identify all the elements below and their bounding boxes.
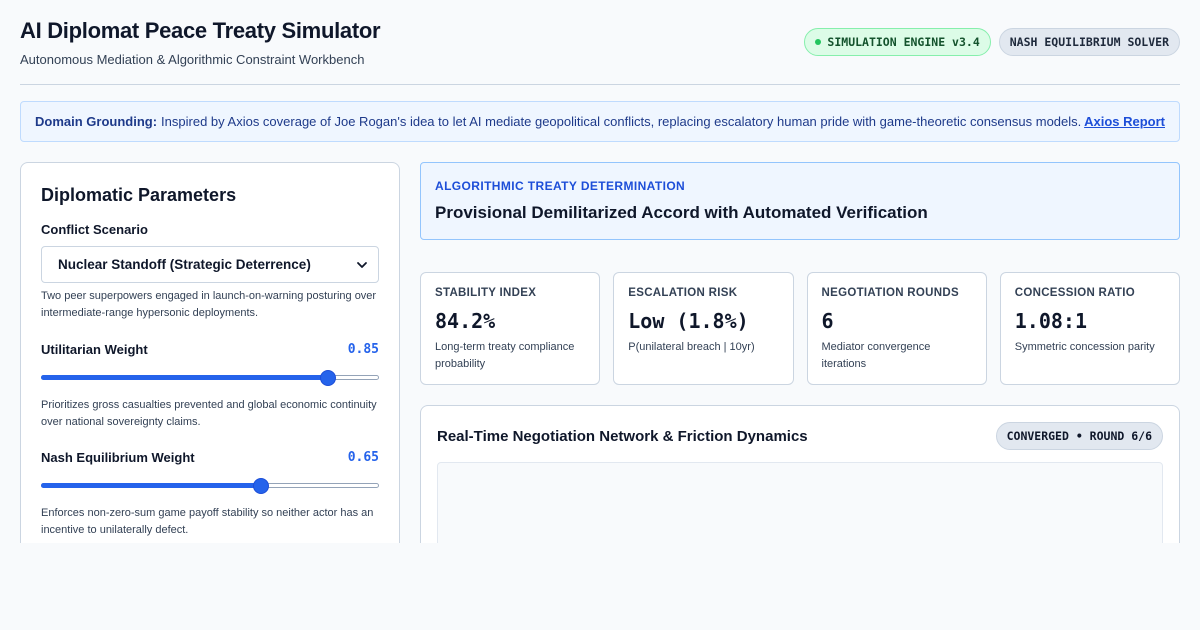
metric-card-rounds: NEGOTIATION ROUNDS 6 Mediator convergenc… [806, 272, 987, 385]
engine-status-badge: SIMULATION ENGINE v3.4 [804, 28, 991, 56]
slider-thumb[interactable] [252, 478, 269, 494]
solver-badge-label: NASH EQUILIBRIUM SOLVER [1009, 35, 1169, 49]
chevron-down-icon [357, 261, 367, 268]
status-dot-icon [815, 39, 822, 45]
metric-card-stability: STABILITY INDEX 84.2% Long-term treaty c… [420, 272, 601, 385]
utilitarian-weight-help: Prioritizes gross casualties prevented a… [41, 399, 377, 428]
metric-desc: Mediator convergence iterations [821, 341, 931, 370]
axios-report-link[interactable]: Axios Report [1084, 114, 1165, 129]
metric-value: 1.08:1 [1014, 309, 1087, 333]
domain-grounding-banner: Domain Grounding: Inspired by Axios cove… [20, 101, 1180, 142]
utilitarian-weight-label: Utilitarian Weight [41, 342, 148, 357]
parameters-title: Diplomatic Parameters [41, 185, 237, 205]
solver-badge: NASH EQUILIBRIUM SOLVER [998, 28, 1180, 56]
metric-desc: Long-term treaty compliance probability [435, 341, 575, 370]
metric-desc: P(unilateral breach | 10yr) [628, 341, 755, 353]
scenario-selected-value: Nuclear Standoff (Strategic Deterrence) [58, 257, 311, 272]
header-badges: SIMULATION ENGINE v3.4 NASH EQUILIBRIUM … [804, 28, 1180, 56]
network-title: Real-Time Negotiation Network & Friction… [437, 427, 808, 445]
nash-weight-help: Enforces non-zero-sum game payoff stabil… [41, 507, 374, 536]
diplomatic-parameters-panel: Diplomatic Parameters Conflict Scenario … [20, 162, 400, 562]
utilitarian-weight-slider[interactable] [41, 368, 379, 388]
nash-weight-label: Nash Equilibrium Weight [41, 450, 195, 465]
grounding-label: Domain Grounding: [35, 114, 158, 129]
metric-label: NEGOTIATION ROUNDS [821, 287, 959, 299]
slider-fill [41, 375, 329, 380]
slider-thumb[interactable] [320, 370, 337, 386]
metric-desc: Symmetric concession parity [1014, 341, 1155, 353]
metric-value: 6 [821, 309, 834, 333]
viewport-crop [0, 543, 1200, 630]
conflict-scenario-select[interactable]: Nuclear Standoff (Strategic Deterrence) [41, 246, 379, 283]
network-header: Real-Time Negotiation Network & Friction… [437, 422, 1163, 450]
metric-value: Low (1.8%) [628, 309, 749, 333]
metrics-row: STABILITY INDEX 84.2% Long-term treaty c… [420, 272, 1180, 385]
utilitarian-weight-row: Utilitarian Weight 0.85 [41, 342, 379, 357]
scenario-help: Two peer superpowers engaged in launch-o… [41, 290, 377, 319]
metric-card-escalation: ESCALATION RISK Low (1.8%) P(unilateral … [613, 272, 794, 385]
header-divider [20, 84, 1180, 85]
nash-weight-row: Nash Equilibrium Weight 0.65 [41, 450, 379, 465]
metric-label: CONCESSION RATIO [1014, 287, 1135, 299]
metric-label: STABILITY INDEX [435, 287, 537, 299]
nash-weight-slider[interactable] [41, 476, 379, 496]
grounding-text: Inspired by Axios coverage of Joe Rogan'… [161, 114, 1082, 129]
app-header: AI Diplomat Peace Treaty Simulator Auton… [20, 18, 1180, 84]
scenario-label: Conflict Scenario [41, 222, 148, 237]
determination-label: ALGORITHMIC TREATY DETERMINATION [435, 179, 686, 193]
slider-fill [41, 483, 261, 488]
determination-value: Provisional Demilitarized Accord with Au… [435, 203, 928, 222]
metric-card-concession: CONCESSION RATIO 1.08:1 Symmetric conces… [999, 272, 1180, 385]
convergence-badge: CONVERGED • ROUND 6/6 [995, 422, 1163, 450]
nash-weight-value: 0.65 [347, 450, 379, 465]
treaty-determination-box: ALGORITHMIC TREATY DETERMINATION Provisi… [420, 162, 1180, 240]
engine-badge-label: SIMULATION ENGINE v3.4 [827, 35, 980, 49]
metric-value: 84.2% [435, 309, 496, 333]
utilitarian-weight-value: 0.85 [347, 342, 379, 357]
metric-label: ESCALATION RISK [628, 287, 738, 299]
